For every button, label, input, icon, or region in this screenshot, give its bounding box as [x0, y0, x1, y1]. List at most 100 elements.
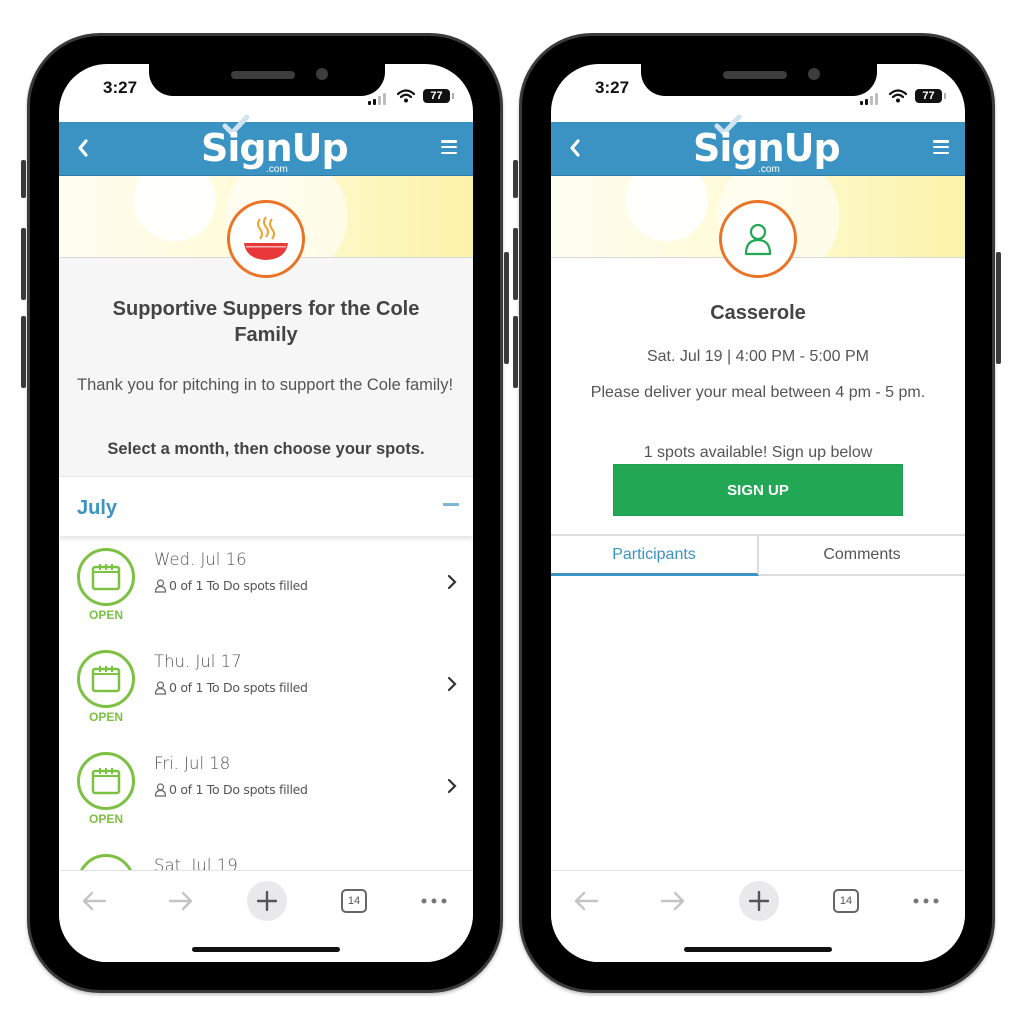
back-chevron-icon[interactable] [565, 135, 585, 161]
event-description: Thank you for pitching in to support the… [77, 376, 454, 394]
more-dots-icon [421, 898, 447, 904]
person-outline-icon [154, 578, 167, 593]
browser-forward-button[interactable] [161, 881, 201, 921]
slot-fill-info: 0 of 1 To Do spots filled [154, 680, 308, 695]
home-indicator[interactable] [684, 947, 832, 952]
tab-participants[interactable]: Participants [551, 536, 759, 576]
slot-list: OPEN Wed. Jul 16 0 of 1 To Do spots fill… [59, 536, 473, 870]
screen-slot-detail: 3:27 77 SignUp .com Casserole Sat. Jul 1… [551, 64, 965, 962]
calendar-icon [77, 752, 135, 810]
slot-item[interactable]: OPEN Thu. Jul 17 0 of 1 To Do spots fill… [59, 638, 473, 740]
slot-item[interactable]: Sat. Jul 19 [59, 842, 473, 870]
wifi-icon [889, 89, 907, 103]
person-outline-icon [154, 782, 167, 797]
speaker [723, 71, 787, 79]
slot-note: Please deliver your meal between 4 pm - … [590, 384, 926, 401]
arrow-right-icon [168, 891, 193, 911]
arrow-left-icon [82, 891, 107, 911]
new-tab-button[interactable] [247, 881, 287, 921]
screen-event-overview: 3:27 77 SignUp .com Supportive Suppers f… [59, 64, 473, 962]
slot-fill-info: 0 of 1 To Do spots filled [154, 578, 308, 593]
slot-status: OPEN [88, 608, 123, 622]
tab-count: 14 [341, 889, 367, 913]
back-chevron-icon[interactable] [73, 135, 93, 161]
slot-item[interactable]: OPEN Wed. Jul 16 0 of 1 To Do spots fill… [59, 536, 473, 638]
hamburger-menu-icon[interactable] [441, 140, 457, 154]
notch [641, 64, 877, 96]
browser-back-button[interactable] [566, 881, 606, 921]
event-title: Supportive Suppers for the Cole Family [112, 298, 420, 346]
slot-date: Fri. Jul 18 [154, 754, 231, 773]
calendar-icon [77, 548, 135, 606]
camera [316, 68, 328, 80]
battery-indicator: 77 [915, 89, 946, 103]
plus-icon [257, 891, 277, 911]
slot-datetime: Sat. Jul 19 | 4:00 PM - 5:00 PM [646, 348, 870, 365]
hamburger-menu-icon[interactable] [933, 140, 949, 154]
slot-status: OPEN [88, 812, 123, 826]
signup-logo[interactable]: SignUp .com [693, 114, 841, 176]
person-icon [744, 223, 772, 256]
browser-forward-button[interactable] [653, 881, 693, 921]
arrow-left-icon [574, 891, 599, 911]
volume-up-button [513, 228, 518, 300]
plus-icon [749, 891, 769, 911]
app-header: SignUp .com [59, 114, 473, 176]
browser-toolbar: 14 [551, 870, 965, 962]
status-time: 3:27 [103, 78, 138, 97]
notch [149, 64, 385, 96]
calendar-icon [77, 650, 135, 708]
slot-date: Sat. Jul 19 [154, 856, 238, 870]
home-indicator[interactable] [192, 947, 340, 952]
tabs-button[interactable]: 14 [826, 881, 866, 921]
mute-switch [21, 160, 26, 198]
speaker [231, 71, 295, 79]
new-tab-button[interactable] [739, 881, 779, 921]
power-button [504, 252, 509, 364]
chevron-right-icon[interactable] [447, 574, 457, 590]
tabs-button[interactable]: 14 [334, 881, 374, 921]
slot-fill-info: 0 of 1 To Do spots filled [154, 782, 308, 797]
power-button [996, 252, 1001, 364]
more-dots-icon [913, 898, 939, 904]
more-options-button[interactable] [414, 881, 454, 921]
collapse-minus-icon[interactable] [443, 503, 459, 506]
signup-logo[interactable]: SignUp .com [201, 114, 349, 176]
chevron-right-icon[interactable] [447, 676, 457, 692]
phone-frame-right: 3:27 77 SignUp .com Casserole Sat. Jul 1… [513, 36, 1001, 990]
camera [808, 68, 820, 80]
tab-comments[interactable]: Comments [759, 536, 965, 574]
detail-tabs: Participants Comments [551, 534, 965, 576]
tab-count: 14 [833, 889, 859, 913]
browser-back-button[interactable] [74, 881, 114, 921]
chevron-right-icon[interactable] [447, 778, 457, 794]
sign-up-button[interactable]: SIGN UP [613, 464, 903, 516]
month-label: July [77, 497, 118, 519]
volume-down-button [21, 316, 26, 388]
slot-detail: Casserole Sat. Jul 19 | 4:00 PM - 5:00 P… [551, 258, 965, 870]
person-outline-icon [154, 680, 167, 695]
app-header: SignUp .com [551, 114, 965, 176]
event-intro: Supportive Suppers for the Cole Family T… [59, 258, 473, 476]
volume-down-button [513, 316, 518, 388]
status-time: 3:27 [595, 78, 630, 97]
slot-date: Wed. Jul 16 [154, 550, 247, 569]
wifi-icon [397, 89, 415, 103]
volume-up-button [21, 228, 26, 300]
phone-frame-left: 3:27 77 SignUp .com Supportive Suppers f… [21, 36, 509, 990]
browser-toolbar: 14 [59, 870, 473, 962]
month-accordion-july[interactable]: July [59, 476, 473, 536]
logo-domain: .com [266, 164, 288, 175]
event-instruction: Select a month, then choose your spots. [107, 440, 425, 458]
more-options-button[interactable] [906, 881, 946, 921]
slot-item[interactable]: OPEN Fri. Jul 18 0 of 1 To Do spots fill… [59, 740, 473, 842]
slot-date: Thu. Jul 17 [154, 652, 242, 671]
slot-fill-text: 0 of 1 To Do spots filled [169, 680, 308, 695]
cellular-signal-icon [860, 93, 878, 105]
slot-status: OPEN [88, 710, 123, 724]
logo-domain: .com [758, 164, 780, 175]
battery-indicator: 77 [423, 89, 454, 103]
soup-bowl-icon [244, 216, 288, 260]
slot-fill-text: 0 of 1 To Do spots filled [169, 782, 308, 797]
slot-icon-badge [719, 200, 797, 278]
